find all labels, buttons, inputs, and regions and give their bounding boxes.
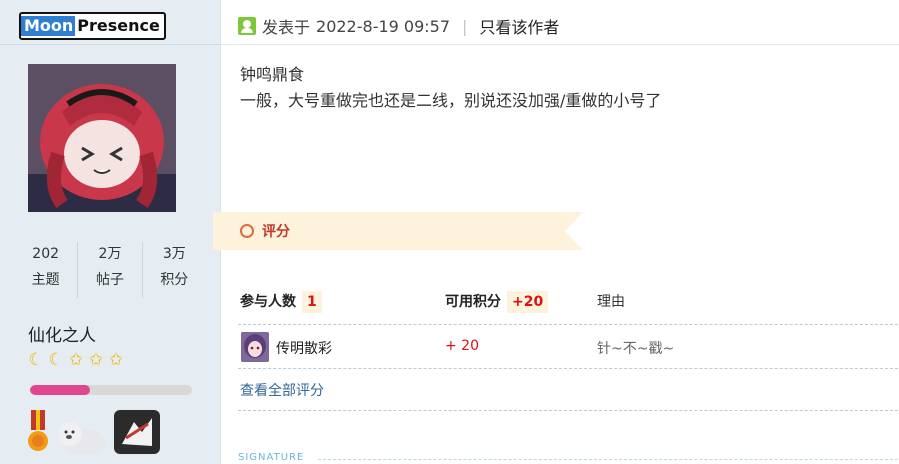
rating-title: 评分 xyxy=(240,221,290,241)
participants-label: 参与人数 xyxy=(240,294,296,310)
stat-points-label: 积分 xyxy=(160,272,189,288)
profile-divider xyxy=(0,44,220,45)
signature-divider xyxy=(318,459,898,460)
posted-prefix: 发表于 xyxy=(262,18,311,37)
participants-count: 1 xyxy=(302,291,322,313)
stat-threads[interactable]: 202 主题 xyxy=(14,242,77,298)
posted-time: 2022-8-19 09:57 xyxy=(316,16,451,36)
header-separator: | xyxy=(462,16,468,36)
rating-divider xyxy=(238,410,898,411)
medal-icon[interactable] xyxy=(24,408,52,456)
author-name-part2: Presence xyxy=(77,16,160,35)
stat-points[interactable]: 3万 积分 xyxy=(141,242,206,298)
author-stats: 202 主题 2万 帖子 3万 积分 xyxy=(14,242,206,298)
star-icon: ✩ xyxy=(88,350,104,370)
rating-circle-icon xyxy=(240,224,254,238)
rater-name[interactable]: 传明散彩 xyxy=(276,338,332,358)
participants-column: 参与人数 1 xyxy=(240,288,322,316)
rater-avatar[interactable] xyxy=(241,332,269,362)
points-label: 可用积分 xyxy=(445,294,501,310)
star-icon: ✩ xyxy=(108,350,124,370)
view-all-ratings-link[interactable]: 查看全部评分 xyxy=(240,380,324,400)
star-icon: ✩ xyxy=(68,350,84,370)
post-content: 钟鸣鼎食 一般，大号重做完也还是二线，别说还没加强/重做的小号了 xyxy=(240,62,661,114)
rank-progress-bar xyxy=(30,385,192,395)
rating-divider xyxy=(238,324,898,325)
author-sidebar: Moon Presence 202 主题 2万 帖子 3万 积分 仙化之人 ☾ … xyxy=(0,0,221,464)
signature-label: SIGNATURE xyxy=(238,452,305,463)
post-line: 一般，大号重做完也还是二线，别说还没加强/重做的小号了 xyxy=(240,91,662,110)
rating-divider xyxy=(238,368,898,369)
points-column: 可用积分 +20 xyxy=(445,288,549,316)
seal-icon[interactable] xyxy=(56,414,108,456)
points-total: +20 xyxy=(507,291,549,313)
header-divider xyxy=(220,44,899,45)
online-status-icon xyxy=(238,17,256,35)
avatar[interactable] xyxy=(28,64,176,212)
stat-points-value: 3万 xyxy=(162,246,186,262)
medals xyxy=(24,408,162,456)
author-name-part1: Moon xyxy=(21,16,76,36)
badge-icon[interactable] xyxy=(112,408,162,456)
rating-reason: 针~不~戳~ xyxy=(597,341,675,357)
moon-icon: ☾ xyxy=(28,350,44,370)
post-line: 钟鸣鼎食 xyxy=(240,65,305,84)
rank-icons: ☾ ☾ ✩ ✩ ✩ xyxy=(26,350,126,370)
rating-title-text: 评分 xyxy=(262,224,290,240)
post-header: 发表于 2022-8-19 09:57 | 只看该作者 xyxy=(238,10,559,42)
stat-posts-label: 帖子 xyxy=(95,272,124,288)
reason-column-label: 理由 xyxy=(597,294,625,310)
rating-table-header: 参与人数 1 可用积分 +20 理由 xyxy=(240,288,898,316)
stat-threads-value: 202 xyxy=(32,246,60,262)
stat-posts[interactable]: 2万 帖子 xyxy=(77,242,141,298)
table-row: 传明散彩 + 20 针~不~戳~ xyxy=(240,330,898,364)
moon-icon: ☾ xyxy=(48,350,64,370)
only-author-link[interactable]: 只看该作者 xyxy=(479,14,559,38)
rank-progress-fill xyxy=(30,385,90,395)
stat-threads-label: 主题 xyxy=(31,272,60,288)
author-name[interactable]: Moon Presence xyxy=(19,12,166,40)
rating-score: + 20 xyxy=(445,338,479,354)
stat-posts-value: 2万 xyxy=(98,246,122,262)
rank-title[interactable]: 仙化之人 xyxy=(28,321,96,346)
